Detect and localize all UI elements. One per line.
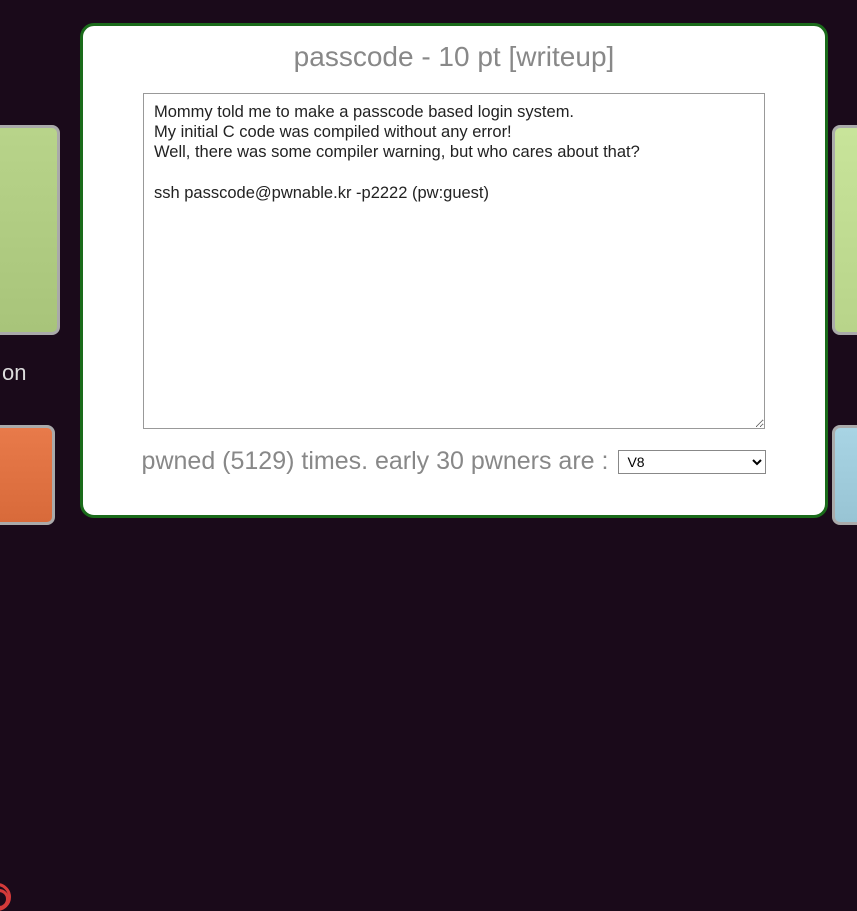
pwned-footer: pwned (5129) times. early 30 pwners are … bbox=[108, 447, 800, 476]
challenge-modal: passcode - 10 pt [writeup] pwned (5129) … bbox=[80, 23, 828, 518]
challenge-description[interactable] bbox=[143, 93, 765, 429]
spiral-icon bbox=[0, 883, 11, 911]
challenge-title: passcode - 10 pt [writeup] bbox=[108, 41, 800, 73]
writeup-link[interactable]: [writeup] bbox=[508, 41, 614, 72]
pwner-select[interactable]: V8 bbox=[618, 450, 766, 474]
pwned-count-text: pwned (5129) times. early 30 pwners are … bbox=[142, 447, 609, 476]
bg-challenge-tile[interactable] bbox=[832, 125, 857, 335]
bg-challenge-tile[interactable] bbox=[0, 425, 55, 525]
bg-challenge-tile[interactable] bbox=[0, 125, 60, 335]
title-text: passcode - 10 pt bbox=[294, 41, 509, 72]
bg-challenge-tile[interactable] bbox=[832, 425, 857, 525]
bg-challenge-label: on bbox=[0, 360, 26, 386]
